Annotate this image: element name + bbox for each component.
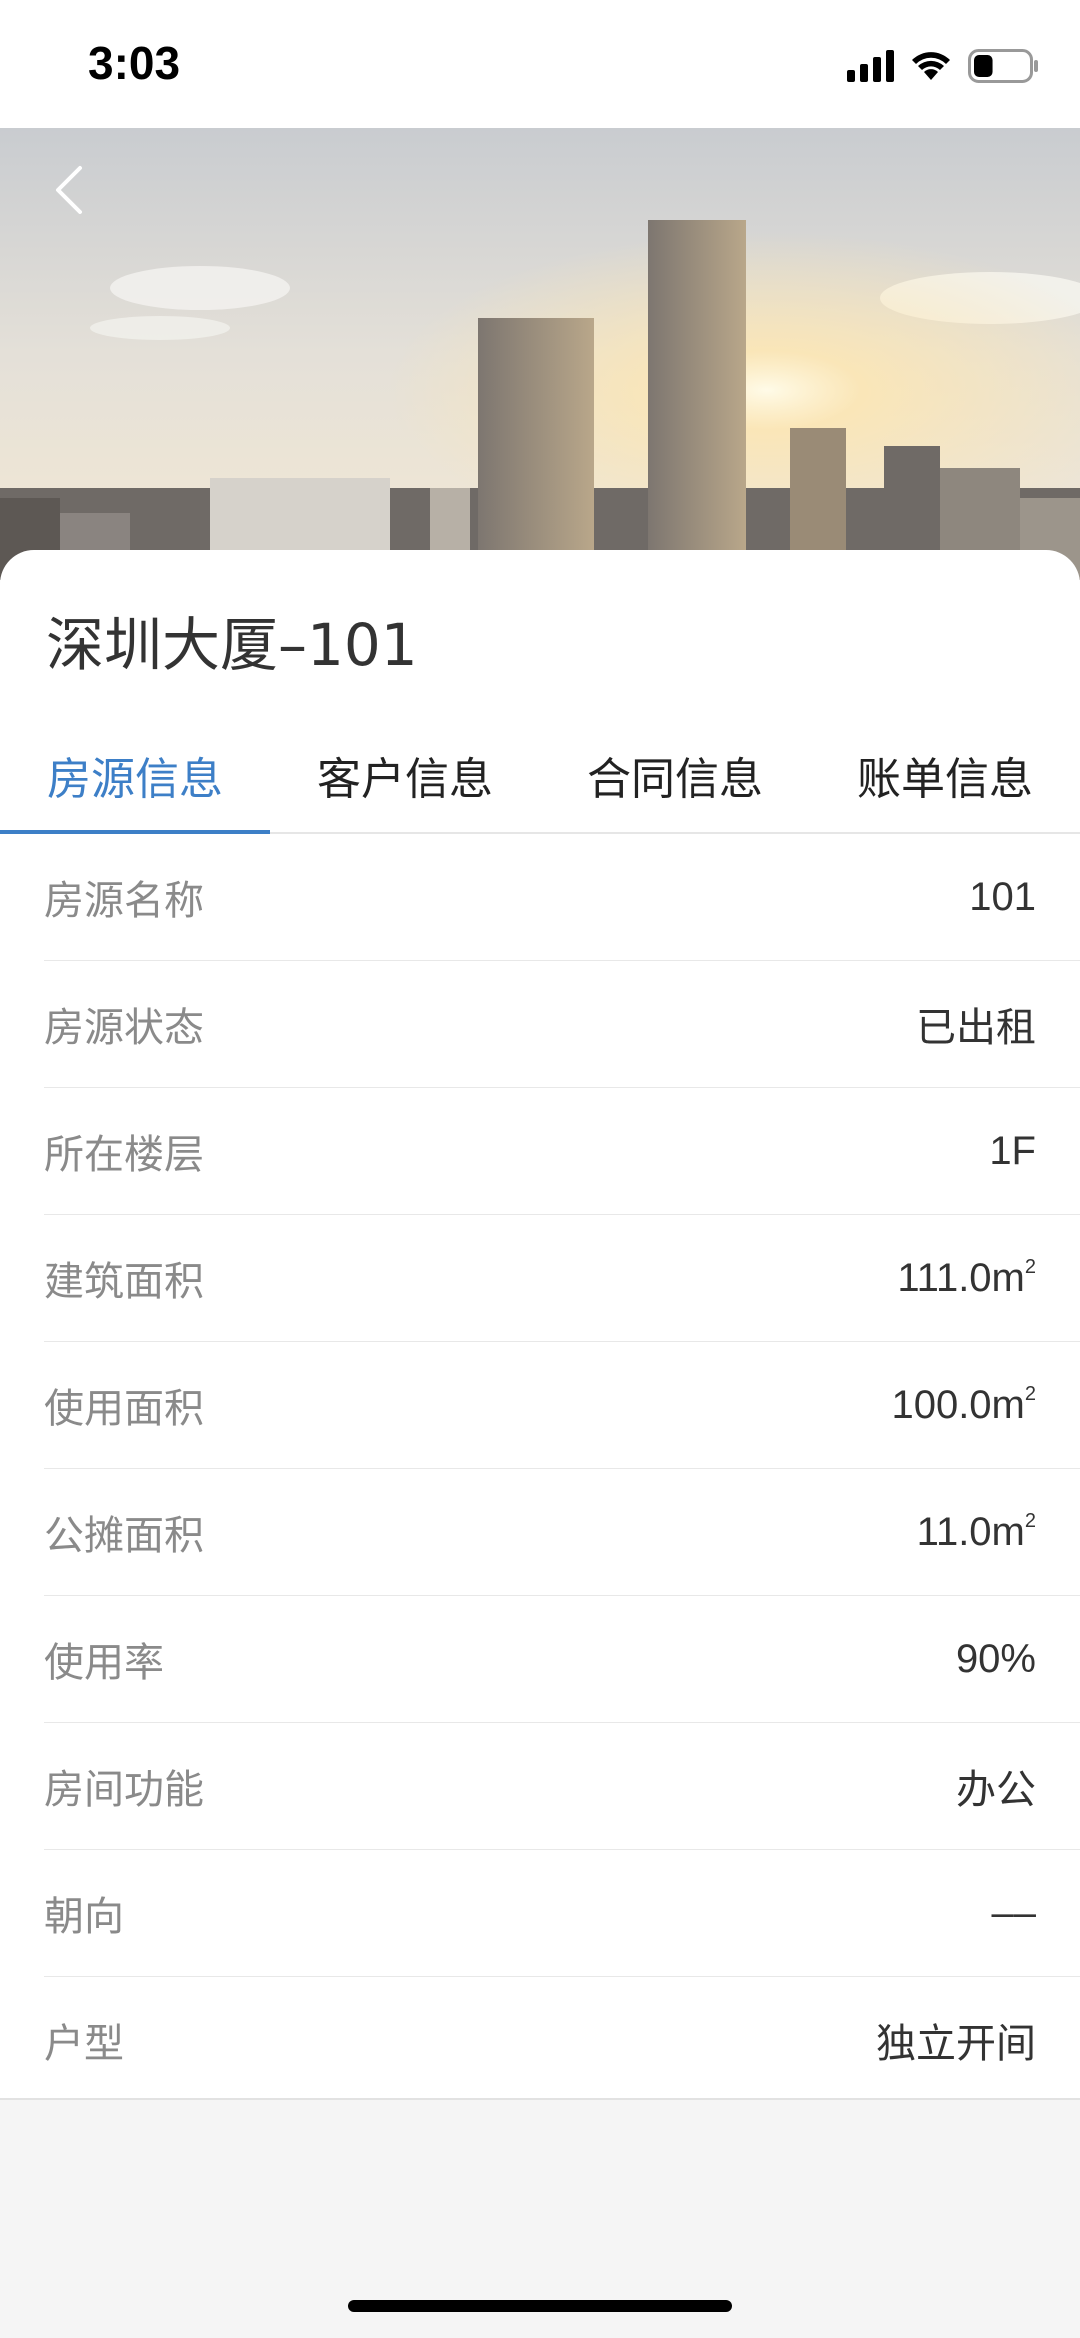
- detail-row-usage-rate: 使用率 90%: [44, 1596, 1080, 1723]
- detail-label: 使用面积: [44, 1386, 204, 1432]
- tab-bill-info[interactable]: 账单信息: [810, 728, 1080, 832]
- detail-value: 11.0m2: [917, 1510, 1036, 1555]
- detail-value: 90%: [955, 1636, 1036, 1681]
- property-card: 深圳大厦–101 房源信息 客户信息 合同信息 账单信息 房源名称 101 房源…: [0, 550, 1080, 2098]
- detail-row-orientation: 朝向 ––: [44, 1850, 1080, 1977]
- tab-contract-info[interactable]: 合同信息: [540, 728, 810, 832]
- back-button[interactable]: [48, 160, 92, 220]
- wifi-icon: [910, 50, 952, 82]
- chevron-left-icon: [56, 166, 82, 214]
- detail-row-status: 房源状态 已出租: [44, 961, 1080, 1088]
- detail-row-building-area: 建筑面积 111.0m2: [44, 1215, 1080, 1342]
- detail-value: 101: [969, 874, 1036, 919]
- unit-superscript: 2: [1024, 1255, 1036, 1278]
- detail-label: 公摊面积: [44, 1513, 204, 1559]
- status-icons: [847, 44, 1040, 88]
- detail-row-layout: 户型 独立开间: [44, 1977, 1080, 2103]
- detail-value-number: 100.0m: [891, 1382, 1025, 1427]
- detail-label: 朝向: [44, 1894, 124, 1940]
- detail-label: 房间功能: [44, 1767, 204, 1813]
- tab-customer-info[interactable]: 客户信息: [270, 728, 540, 832]
- detail-label: 所在楼层: [44, 1132, 204, 1178]
- detail-value: ––: [991, 1890, 1037, 1935]
- tab-property-info[interactable]: 房源信息: [0, 728, 270, 834]
- home-indicator[interactable]: [348, 2300, 732, 2312]
- unit-superscript: 2: [1024, 1382, 1036, 1405]
- detail-list: 房源名称 101 房源状态 已出租 所在楼层 1F 建筑面积 111.0m2 使…: [0, 834, 1080, 2103]
- detail-value: 独立开间: [876, 2022, 1036, 2066]
- detail-value-number: 111.0m: [897, 1255, 1025, 1300]
- detail-value-number: 11.0m: [916, 1509, 1025, 1554]
- battery-icon: [968, 49, 1040, 83]
- detail-value: 已出租: [916, 1006, 1036, 1050]
- detail-label: 使用率: [44, 1640, 164, 1686]
- detail-value: 100.0m2: [891, 1383, 1036, 1428]
- signal-icon: [847, 50, 894, 82]
- status-time: 3:03: [88, 37, 181, 89]
- status-bar: 3:03: [0, 0, 1080, 128]
- detail-label: 房源名称: [44, 878, 204, 924]
- detail-row-usable-area: 使用面积 100.0m2: [44, 1342, 1080, 1469]
- detail-label: 房源状态: [44, 1005, 204, 1051]
- divider: [0, 2098, 1080, 2100]
- detail-label: 建筑面积: [44, 1259, 204, 1305]
- detail-value: 1F: [989, 1128, 1036, 1173]
- hero-image: [0, 128, 1080, 580]
- tab-bar: 房源信息 客户信息 合同信息 账单信息: [0, 728, 1080, 834]
- detail-label: 户型: [44, 2021, 124, 2067]
- detail-row-floor: 所在楼层 1F: [44, 1088, 1080, 1215]
- detail-value: 办公: [956, 1768, 1036, 1812]
- page-title: 深圳大厦–101: [46, 611, 418, 679]
- detail-row-name: 房源名称 101: [44, 834, 1080, 961]
- unit-superscript: 2: [1024, 1509, 1036, 1532]
- detail-row-function: 房间功能 办公: [44, 1723, 1080, 1850]
- detail-row-shared-area: 公摊面积 11.0m2: [44, 1469, 1080, 1596]
- detail-value: 111.0m2: [897, 1256, 1036, 1301]
